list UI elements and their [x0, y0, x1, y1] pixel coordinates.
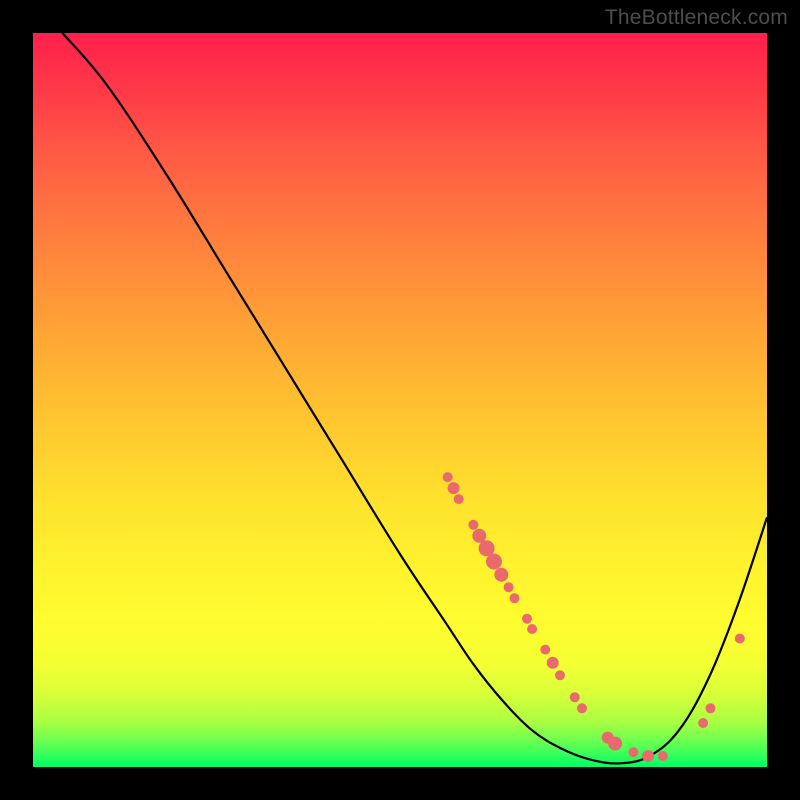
curve-line — [62, 33, 767, 763]
marker-group — [443, 472, 745, 762]
data-point — [494, 568, 508, 582]
data-point — [628, 747, 638, 757]
data-point — [486, 554, 502, 570]
data-point — [468, 520, 478, 530]
data-point — [735, 634, 745, 644]
data-point — [555, 670, 565, 680]
data-point — [570, 692, 580, 702]
data-point — [504, 582, 514, 592]
data-point — [547, 657, 559, 669]
data-point — [540, 645, 550, 655]
data-point — [698, 718, 708, 728]
data-point — [527, 624, 537, 634]
chart-svg — [33, 33, 767, 767]
data-point — [448, 482, 460, 494]
data-point — [642, 750, 654, 762]
data-point — [510, 593, 520, 603]
data-point — [608, 737, 622, 751]
data-point — [454, 494, 464, 504]
chart-frame: TheBottleneck.com — [0, 0, 800, 800]
data-point — [577, 703, 587, 713]
data-point — [706, 703, 716, 713]
data-point — [443, 472, 453, 482]
watermark-text: TheBottleneck.com — [605, 6, 788, 30]
data-point — [658, 751, 668, 761]
data-point — [522, 614, 532, 624]
plot-area — [33, 33, 767, 767]
